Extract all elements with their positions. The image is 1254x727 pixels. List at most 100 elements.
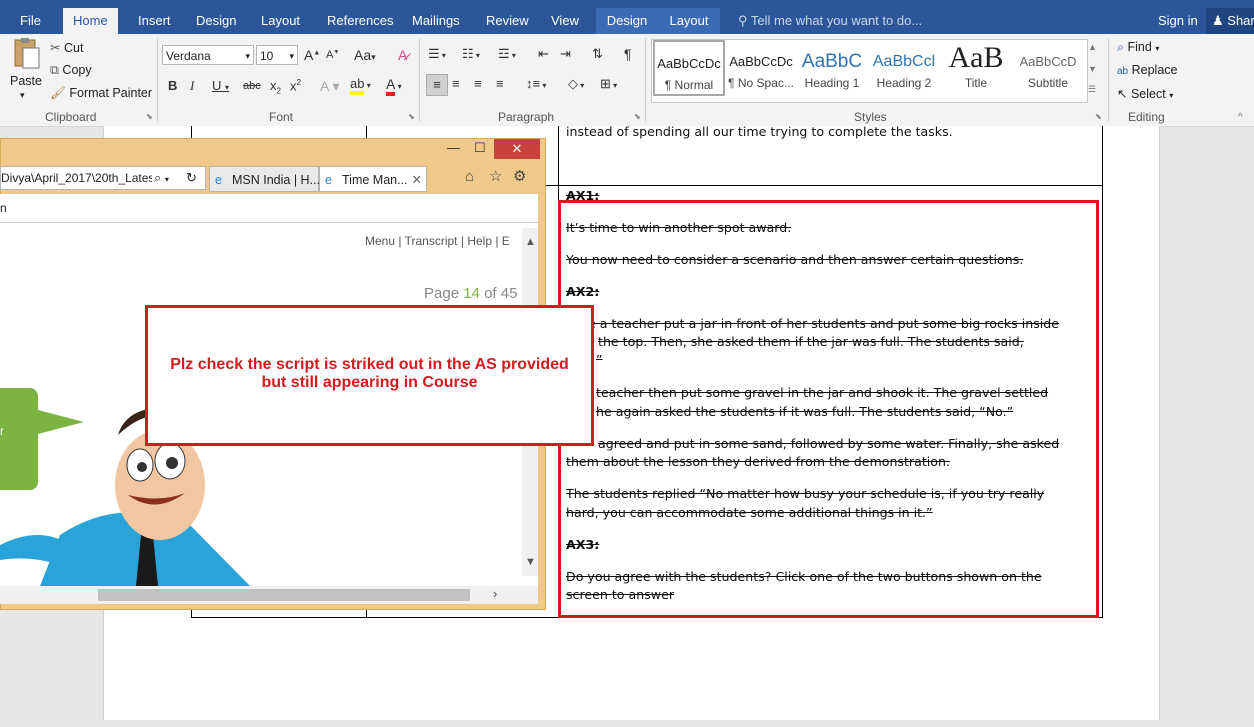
change-case-icon[interactable]: Aa▾	[354, 47, 376, 63]
justify-icon[interactable]: ≡	[496, 76, 504, 91]
style-no-spacing[interactable]: AaBbCcDc ¶ No Spac...	[725, 40, 797, 96]
tab-msn[interactable]: e MSN India | H...	[209, 166, 320, 192]
maximize-icon[interactable]: ☐	[474, 140, 486, 156]
cut-button[interactable]: ✂ Cut	[50, 40, 83, 55]
style-preview: AaBbC	[801, 51, 863, 72]
address-bar[interactable]: Divya\April_2017\20th_Latest\	[0, 166, 206, 190]
sort-icon[interactable]: ⇅	[592, 46, 603, 62]
home-icon[interactable]: ⌂	[465, 168, 474, 185]
align-left-icon[interactable]: ≡	[426, 74, 448, 96]
paste-button[interactable]: Paste	[10, 74, 42, 88]
exit-link[interactable]: E	[502, 234, 510, 248]
font-launcher-icon[interactable]: ⬊	[408, 112, 415, 121]
line-spacing-icon[interactable]: ↕≡ ▾	[526, 76, 546, 91]
paste-dropdown-icon[interactable]: ▾	[20, 90, 25, 101]
tab-table-design[interactable]: Design	[596, 8, 658, 34]
collapse-ribbon-icon[interactable]: ^	[1238, 112, 1243, 123]
find-button[interactable]: ⌕ Find ▾	[1117, 40, 1159, 55]
person-icon: ♟	[1212, 13, 1228, 28]
ribbon: Paste ▾ ✂ Cut ⧉ Copy 🖌 Format Painter Cl…	[0, 34, 1254, 127]
highlight-icon[interactable]: ab ▾	[350, 76, 371, 95]
settings-icon[interactable]: ⚙	[513, 167, 526, 185]
superscript-icon[interactable]: x2	[290, 78, 301, 93]
refresh-icon[interactable]: ↻	[186, 170, 197, 186]
style-subtitle[interactable]: AaBbCcD Subtitle	[1012, 40, 1084, 96]
clear-formatting-icon[interactable]: A̷	[398, 47, 407, 63]
chevron-down-icon: ▾	[245, 51, 250, 61]
transcript-link[interactable]: Transcript	[405, 234, 458, 248]
page-prefix: Page	[424, 285, 460, 302]
font-size-combo[interactable]: 10 ▾	[256, 45, 298, 65]
clipboard-launcher-icon[interactable]: ⬊	[146, 112, 153, 121]
italic-icon[interactable]: I	[190, 78, 194, 94]
underline-icon[interactable]: U ▾	[212, 78, 229, 93]
align-right-icon[interactable]: ≡	[474, 76, 482, 91]
scroll-down-icon[interactable]: ▼	[525, 556, 536, 568]
tab-table-layout[interactable]: Layout	[658, 8, 720, 34]
replace-label: Replace	[1131, 63, 1178, 77]
shrink-font-icon[interactable]: A▼	[326, 49, 339, 61]
scroll-right-icon[interactable]: ›	[493, 586, 497, 601]
style-normal[interactable]: AaBbCcDc ¶ Normal	[653, 40, 725, 96]
style-heading-1[interactable]: AaBbC Heading 1	[796, 40, 868, 96]
tab-time-management[interactable]: e Time Man... ✕	[319, 166, 427, 192]
tab-insert[interactable]: Insert	[128, 8, 181, 34]
document-text: instead of spending all our time trying …	[566, 124, 953, 139]
numbering-icon[interactable]: ☷ ▾	[462, 46, 480, 62]
tab-references[interactable]: References	[317, 8, 403, 34]
close-icon[interactable]: ✕	[494, 139, 540, 159]
strikethrough-icon[interactable]: abc	[243, 80, 261, 92]
show-marks-icon[interactable]: ¶	[624, 46, 632, 62]
paste-icon[interactable]	[11, 38, 41, 70]
subscript-icon[interactable]: x2	[270, 78, 281, 96]
font-color-icon[interactable]: A ▾	[386, 76, 402, 96]
align-center-icon[interactable]: ≡	[452, 76, 460, 91]
tab-file[interactable]: File	[10, 8, 51, 34]
shading-icon[interactable]: ◇ ▾	[568, 76, 584, 92]
search-icon[interactable]: ⌕ ▾	[152, 170, 171, 186]
format-painter-button[interactable]: 🖌 Format Painter	[50, 86, 152, 101]
tab-view[interactable]: View	[541, 8, 589, 34]
borders-icon[interactable]: ⊞ ▾	[600, 76, 617, 92]
tab-mailings[interactable]: Mailings	[402, 8, 470, 34]
close-tab-icon[interactable]: ✕	[412, 167, 422, 193]
select-button[interactable]: ↖ Select ▾	[1117, 86, 1173, 101]
tab-design[interactable]: Design	[186, 8, 246, 34]
grow-font-icon[interactable]: A▲	[304, 47, 320, 63]
increase-indent-icon[interactable]: ⇥	[560, 46, 571, 62]
text-effects-icon[interactable]: A ▾	[320, 78, 339, 95]
gallery-more-icon[interactable]: ☰	[1088, 84, 1096, 95]
tell-me-search[interactable]: ⚲ Tell me what you want to do...	[738, 8, 922, 34]
share-button[interactable]: ♟ Shar	[1206, 8, 1254, 34]
tab-home[interactable]: Home	[63, 8, 118, 34]
style-title[interactable]: AaB Title	[940, 40, 1012, 96]
multilevel-list-icon[interactable]: ☲ ▾	[498, 46, 516, 62]
annotation-text: Plz check the script is striked out in t…	[170, 356, 569, 391]
style-name: ¶ No Spac...	[728, 76, 794, 90]
bold-icon[interactable]: B	[168, 78, 177, 93]
page-suffix: of 45	[484, 285, 518, 302]
favorites-icon[interactable]: ☆	[489, 167, 502, 185]
font-family-combo[interactable]: Verdana ▾	[162, 45, 254, 65]
sign-in-link[interactable]: Sign in	[1158, 8, 1198, 34]
gallery-up-icon[interactable]: ▲	[1088, 42, 1097, 52]
cursor-icon: ↖	[1117, 87, 1128, 101]
replace-button[interactable]: ab Replace	[1117, 63, 1177, 77]
style-heading-2[interactable]: AaBbCcl Heading 2	[868, 40, 940, 96]
menu-link[interactable]: Menu	[365, 234, 395, 248]
group-divider	[1108, 38, 1109, 122]
page-current: 14	[463, 285, 480, 302]
help-link[interactable]: Help	[467, 234, 492, 248]
horizontal-scroll-thumb[interactable]	[98, 589, 470, 601]
paragraph-launcher-icon[interactable]: ⬊	[634, 112, 641, 121]
tab-layout[interactable]: Layout	[251, 8, 310, 34]
tab-review[interactable]: Review	[476, 8, 539, 34]
styles-launcher-icon[interactable]: ⬊	[1095, 112, 1102, 121]
scroll-up-icon[interactable]: ▲	[525, 236, 536, 248]
bullets-icon[interactable]: ☰ ▾	[428, 46, 446, 62]
copy-button[interactable]: ⧉ Copy	[50, 63, 92, 78]
decrease-indent-icon[interactable]: ⇤	[538, 46, 549, 62]
minimize-icon[interactable]: —	[447, 140, 460, 155]
style-preview: AaB	[948, 42, 1004, 74]
gallery-down-icon[interactable]: ▼	[1088, 64, 1097, 74]
